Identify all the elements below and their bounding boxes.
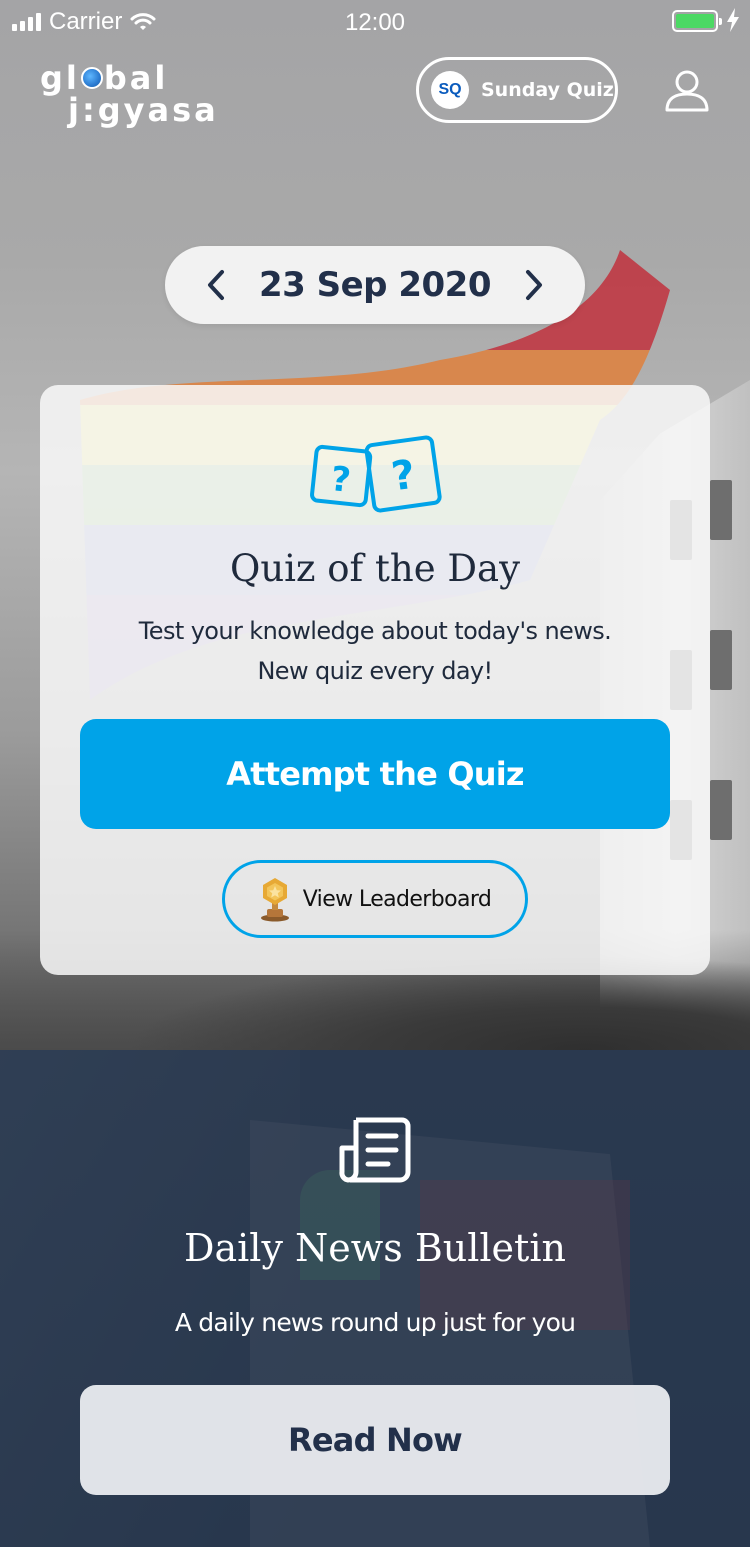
quiz-description: Test your knowledge about today's news. … — [40, 611, 710, 691]
svg-text:?: ? — [389, 452, 418, 501]
quiz-title: Quiz of the Day — [230, 547, 520, 590]
question-dice-icon: ? ? — [310, 435, 442, 513]
date-selector: 23 Sep 2020 — [165, 246, 585, 324]
svg-text:?: ? — [329, 459, 353, 501]
view-leaderboard-button[interactable]: View Leaderboard — [222, 860, 528, 938]
sunday-quiz-label: Sunday Quiz — [481, 79, 614, 101]
quiz-description-line2: New quiz every day! — [257, 657, 493, 685]
trophy-icon — [260, 878, 289, 922]
globe-icon — [80, 67, 103, 89]
sunday-quiz-badge-icon: SQ — [431, 71, 469, 109]
view-leaderboard-label: View Leaderboard — [302, 886, 492, 912]
charging-bolt-icon — [727, 8, 739, 32]
news-description: A daily news round up just for you — [174, 1308, 576, 1337]
user-icon[interactable] — [664, 68, 710, 114]
chevron-right-icon[interactable] — [523, 268, 545, 302]
news-title: Daily News Bulletin — [184, 1226, 566, 1270]
logo-line2: j:gyasa — [68, 91, 219, 129]
status-time: 12:00 — [344, 9, 406, 36]
read-now-button[interactable]: Read Now — [80, 1385, 670, 1495]
quiz-of-the-day-card: ? ? Quiz of the Day Test your knowledge … — [40, 385, 710, 975]
app-logo[interactable]: gl bal j:gyasa — [40, 62, 219, 126]
chevron-left-icon[interactable] — [205, 268, 227, 302]
sunday-quiz-button[interactable]: SQ Sunday Quiz — [416, 57, 618, 123]
attempt-quiz-button[interactable]: Attempt the Quiz — [80, 719, 670, 829]
document-icon — [339, 1117, 411, 1183]
status-bar: Carrier 12:00 — [0, 0, 750, 44]
quiz-description-line1: Test your knowledge about today's news. — [138, 617, 612, 645]
selected-date: 23 Sep 2020 — [258, 265, 492, 305]
battery-icon — [672, 10, 722, 32]
